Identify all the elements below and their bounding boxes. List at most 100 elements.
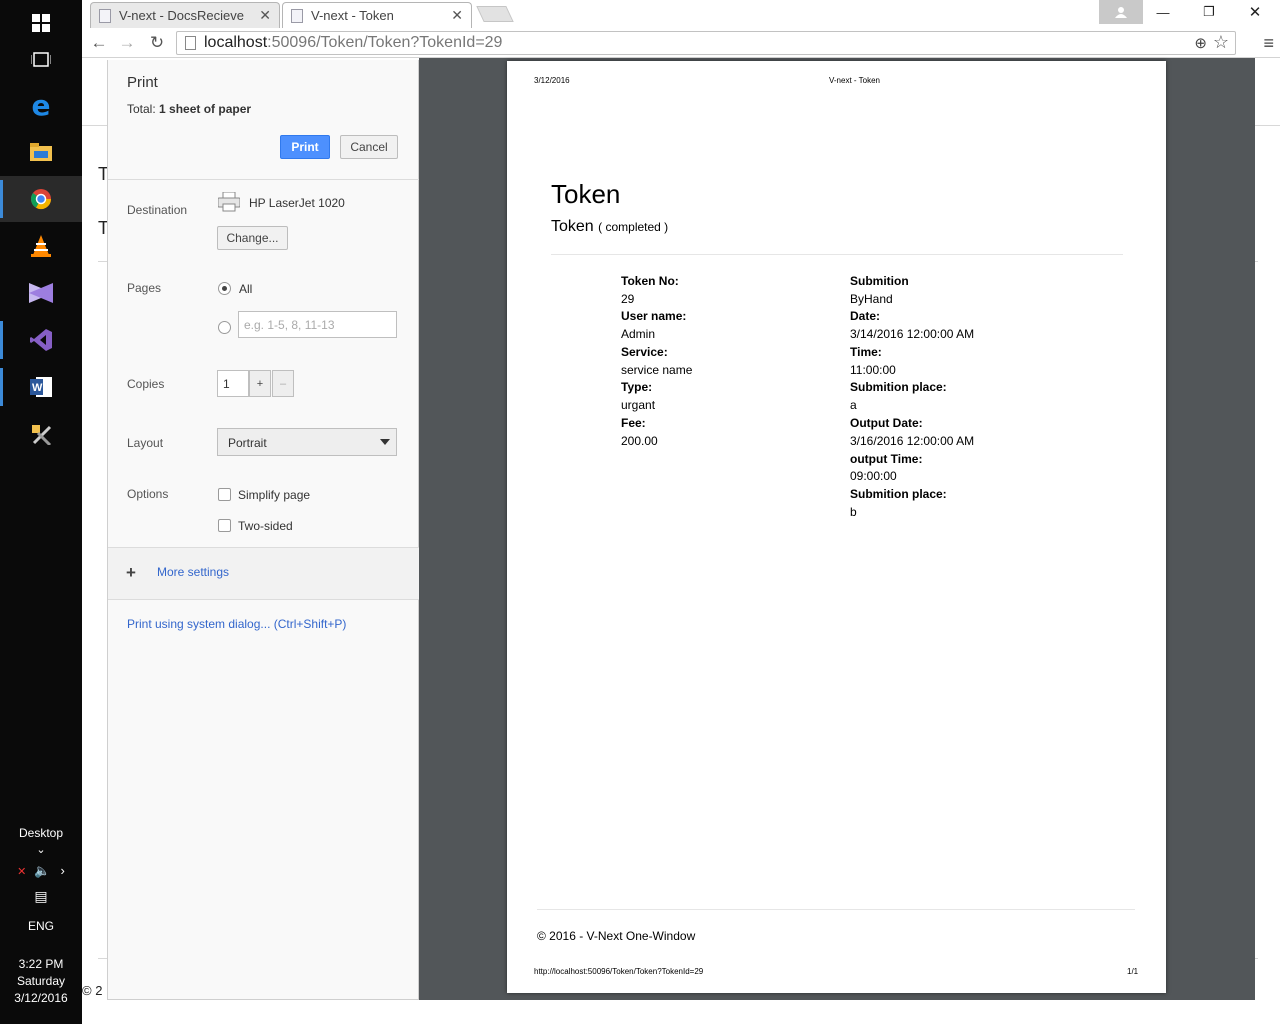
task-view-icon[interactable] — [0, 37, 82, 83]
output-date-label: Output Date: — [850, 416, 923, 430]
copies-label: Copies — [127, 377, 165, 391]
address-bar[interactable]: localhost:50096/Token/Token?TokenId=29 ⊕… — [176, 31, 1236, 55]
chrome-icon[interactable] — [0, 176, 82, 222]
url-path: :50096/Token/Token?TokenId=29 — [267, 34, 503, 51]
pages-all-radio[interactable] — [218, 282, 231, 295]
visual-studio-alt-icon[interactable] — [0, 317, 82, 363]
visual-studio-icon[interactable] — [0, 270, 82, 316]
simplify-page-label: Simplify page — [238, 488, 311, 502]
pages-range-input[interactable]: e.g. 1-5, 8, 11-13 — [238, 311, 397, 338]
service-value: service name — [621, 363, 693, 377]
page-subheading: Token ( completed ) — [551, 218, 668, 236]
output-time-value: 09:00:00 — [850, 469, 897, 483]
close-icon[interactable]: ✕ — [259, 7, 271, 24]
page-header-title: V-next - Token — [829, 76, 880, 85]
tab-docsrecieve[interactable]: V-next - DocsRecieve ✕ — [90, 2, 280, 28]
options-label: Options — [127, 487, 169, 501]
two-sided-checkbox[interactable] — [218, 519, 231, 532]
chevron-right-icon[interactable]: › — [61, 863, 65, 878]
edge-icon[interactable]: e — [0, 82, 82, 128]
back-icon[interactable]: ← — [88, 32, 110, 54]
layout-label: Layout — [127, 436, 164, 450]
fee-label: Fee: — [621, 416, 646, 430]
subheading-text: Token — [551, 218, 594, 235]
layout-value: Portrait — [228, 436, 267, 450]
date-label: Date: — [850, 309, 881, 323]
output-place-value: b — [850, 505, 857, 519]
restore-icon[interactable]: ❐ — [1186, 0, 1232, 24]
page-info-icon[interactable] — [185, 36, 196, 50]
language-indicator[interactable]: ENG — [0, 919, 82, 933]
submition-label: Submition — [850, 274, 909, 288]
clock-time[interactable]: 3:22 PM — [0, 957, 82, 971]
divider — [108, 179, 419, 180]
tab-token[interactable]: V-next - Token ✕ — [282, 2, 472, 28]
notifications-icon[interactable]: ▤ — [0, 888, 82, 905]
total-label: Total: — [127, 102, 156, 116]
divider — [537, 909, 1135, 910]
vlc-icon[interactable] — [0, 223, 82, 269]
copies-input[interactable]: 1 — [217, 370, 249, 397]
change-destination-button[interactable]: Change... — [217, 226, 288, 250]
user-profile-icon[interactable] — [1099, 0, 1143, 24]
divider — [551, 254, 1123, 255]
more-settings-section[interactable]: + More settings — [108, 548, 419, 599]
page-heading: Token — [551, 179, 621, 209]
destination-value: HP LaserJet 1020 — [249, 196, 345, 210]
tab-strip: V-next - DocsRecieve ✕ V-next - Token ✕ … — [82, 0, 1280, 28]
page-icon — [291, 8, 303, 23]
copies-increment-button[interactable]: + — [249, 370, 271, 397]
preview-page: 3/12/2016 V-next - Token Token Token ( c… — [507, 61, 1166, 993]
more-settings-link[interactable]: More settings — [157, 565, 229, 579]
token-no-label: Token No: — [621, 274, 679, 288]
time-value: 11:00:00 — [850, 363, 896, 377]
background-copyright: © 2 — [82, 983, 103, 998]
output-place-label: Submition place: — [850, 487, 947, 501]
copies-decrement-button[interactable]: – — [272, 370, 294, 397]
volume-muted-icon[interactable]: 🔈 — [34, 863, 50, 878]
page-header-date: 3/12/2016 — [534, 76, 570, 85]
word-icon[interactable]: W — [0, 364, 82, 410]
user-name-label: User name: — [621, 309, 687, 323]
browser-toolbar: ← → ↻ localhost:50096/Token/Token?TokenI… — [82, 28, 1280, 58]
tab-title: V-next - DocsRecieve — [119, 8, 244, 23]
print-button[interactable]: Print — [280, 135, 330, 159]
page-icon — [99, 8, 111, 23]
print-total: Total: 1 sheet of paper — [127, 102, 251, 116]
submition-place-label: Submition place: — [850, 380, 947, 394]
close-icon[interactable]: ✕ — [451, 7, 463, 24]
plus-icon[interactable]: + — [126, 563, 136, 583]
window-close-icon[interactable]: ✕ — [1232, 0, 1278, 24]
svg-text:W: W — [32, 382, 43, 394]
layout-select[interactable]: Portrait — [217, 428, 397, 456]
forward-icon[interactable]: → — [116, 32, 138, 54]
zoom-icon[interactable]: ⊕ — [1194, 34, 1207, 52]
cancel-button[interactable]: Cancel — [340, 135, 398, 159]
pages-all-label: All — [239, 282, 253, 296]
simplify-page-checkbox[interactable] — [218, 488, 231, 501]
service-label: Service: — [621, 345, 668, 359]
reload-icon[interactable]: ↻ — [146, 32, 168, 54]
total-value: 1 sheet of paper — [159, 102, 252, 116]
page-footer: © 2016 - V-Next One-Window — [537, 929, 696, 943]
submition-place-value: a — [850, 398, 857, 412]
divider — [108, 599, 419, 600]
system-dialog-link[interactable]: Print using system dialog... (Ctrl+Shift… — [127, 617, 346, 631]
pages-custom-radio[interactable] — [218, 321, 231, 334]
bookmark-star-icon[interactable]: ☆ — [1213, 32, 1229, 53]
taskbar: e W Desktop ⌄ ✕ 🔈 › ▤ ENG 3:22 PM Saturday… — [0, 0, 82, 1024]
chrome-menu-icon[interactable]: ≡ — [1263, 33, 1274, 54]
type-label: Type: — [621, 380, 653, 394]
time-label: Time: — [850, 345, 882, 359]
date-value: 3/14/2016 12:00:00 AM — [850, 327, 975, 341]
chevron-down-icon[interactable]: ⌄ — [0, 843, 82, 856]
file-explorer-icon[interactable] — [0, 129, 82, 175]
output-date-value: 3/16/2016 12:00:00 AM — [850, 434, 975, 448]
minimize-icon[interactable]: — — [1140, 0, 1186, 24]
new-tab-button[interactable] — [476, 6, 514, 22]
desktop-label[interactable]: Desktop — [0, 826, 82, 840]
tools-icon[interactable] — [0, 411, 82, 457]
clock-date: 3/12/2016 — [14, 991, 68, 1005]
printer-icon — [217, 191, 241, 215]
network-icon[interactable]: ✕ — [17, 866, 26, 878]
